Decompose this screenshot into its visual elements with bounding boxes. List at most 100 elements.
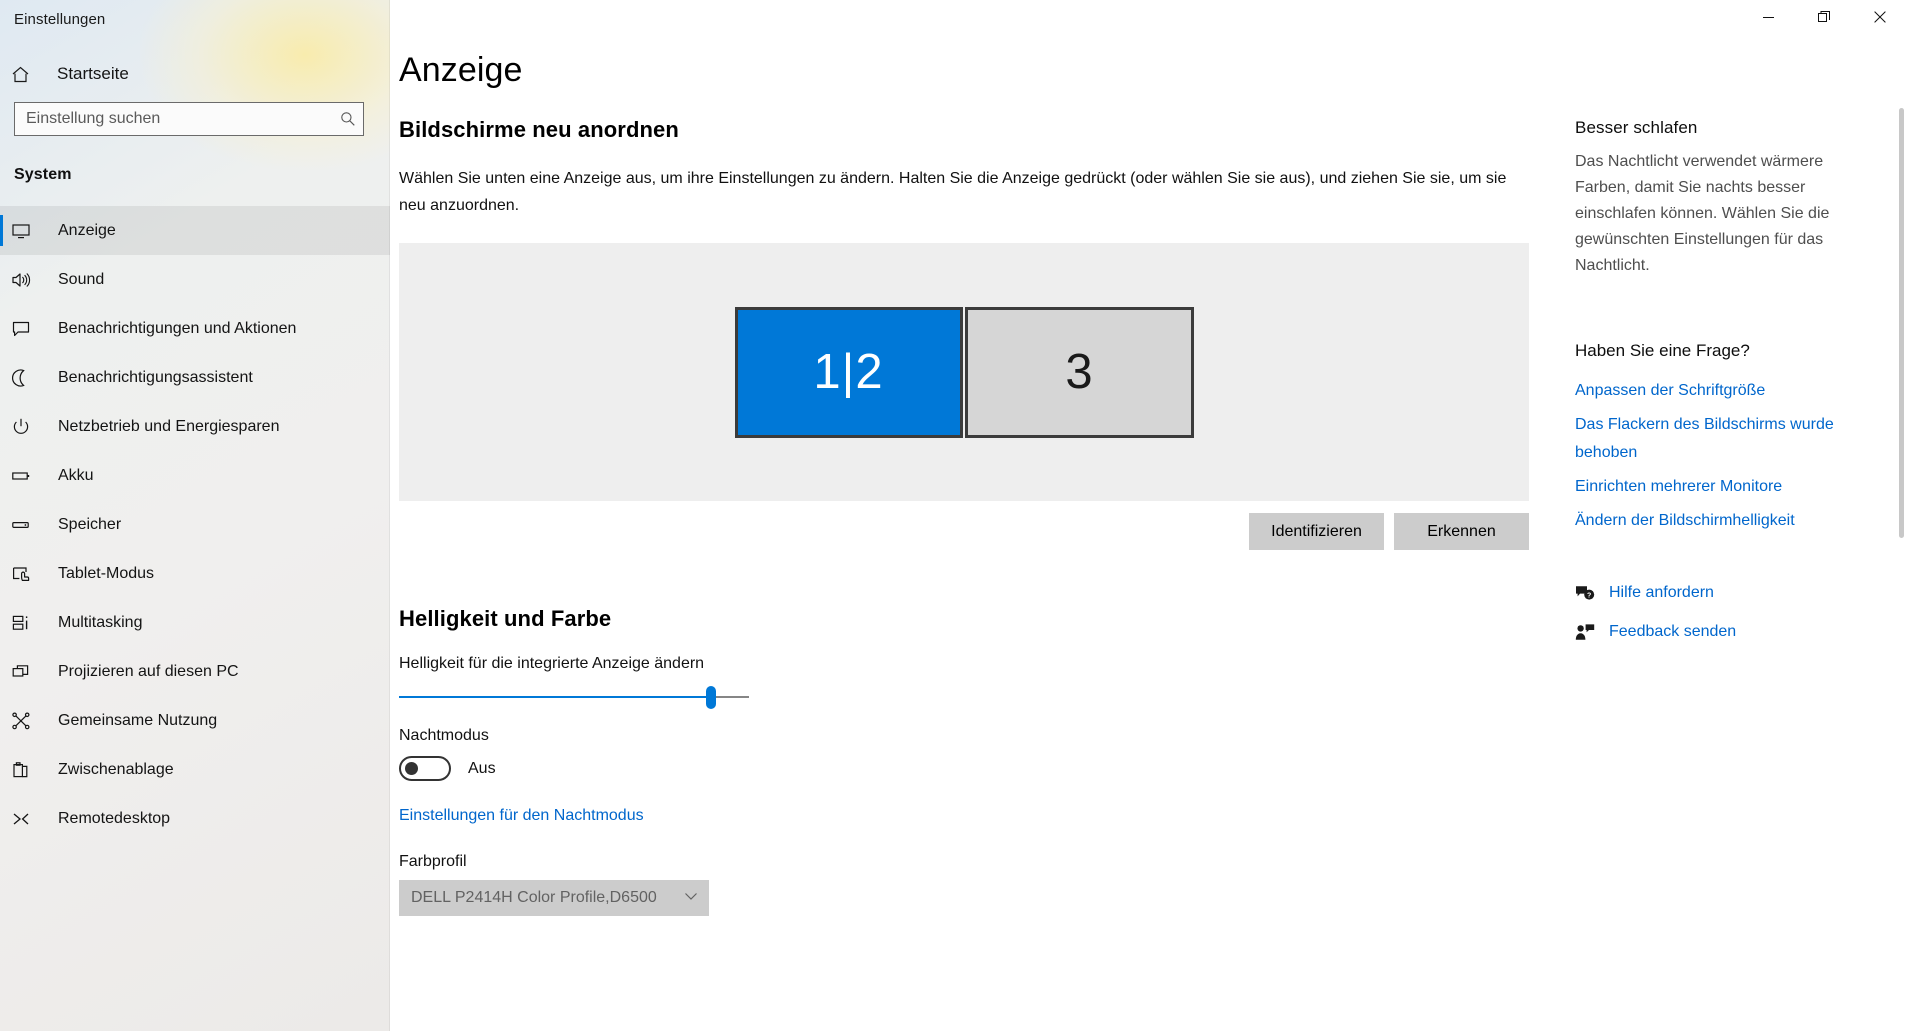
help-links: Anpassen der Schriftgröße Das Flackern d…	[1575, 377, 1875, 535]
search-box[interactable]	[14, 102, 364, 136]
get-help-action[interactable]: ? Hilfe anfordern	[1575, 577, 1875, 609]
sidebar-item-label: Speicher	[58, 515, 122, 533]
sidebar-item-multitasking[interactable]: Multitasking	[0, 598, 390, 647]
sleep-text: Das Nachtlicht verwendet wärmere Farben,…	[1575, 153, 1830, 274]
help-link-font-size[interactable]: Anpassen der Schriftgröße	[1575, 377, 1875, 405]
question-heading: Haben Sie eine Frage?	[1575, 341, 1750, 360]
monitor-label: 3	[1065, 345, 1093, 399]
help-link-multiple-monitors[interactable]: Einrichten mehrerer Monitore	[1575, 473, 1875, 501]
sidebar-item-label: Netzbetrieb und Energiesparen	[58, 417, 280, 435]
monitor-tile-3[interactable]: 3	[964, 306, 1194, 438]
sidebar-item-label: Projizieren auf diesen PC	[58, 662, 239, 680]
sidebar-item-speicher[interactable]: Speicher	[0, 500, 390, 549]
sidebar-item-label: Benachrichtigungen und Aktionen	[58, 319, 297, 337]
sidebar-item-sound[interactable]: Sound	[0, 255, 390, 304]
sidebar-item-label: Zwischenablage	[58, 760, 174, 778]
brightness-slider[interactable]	[399, 681, 749, 713]
home-icon	[11, 65, 41, 84]
monitor-group: 1|2 3	[399, 243, 1529, 501]
search-icon[interactable]	[333, 111, 363, 127]
chat-bubble-icon	[11, 319, 41, 339]
sidebar-item-netzbetrieb[interactable]: Netzbetrieb und Energiesparen	[0, 402, 390, 451]
maximize-restore-button[interactable]	[1796, 0, 1852, 34]
color-profile-dropdown[interactable]: DELL P2414H Color Profile,D6500	[399, 880, 709, 916]
monitor-icon	[11, 221, 41, 241]
minimize-button[interactable]	[1740, 0, 1796, 34]
sidebar-item-label: Anzeige	[58, 221, 116, 239]
multitask-icon	[11, 613, 41, 633]
night-mode-toggle-row: Aus	[399, 756, 1908, 781]
help-link-screen-brightness[interactable]: Ändern der Bildschirmhelligkeit	[1575, 507, 1875, 535]
color-profile-label: Farbprofil	[399, 853, 467, 870]
feedback-person-icon	[1575, 623, 1609, 641]
sleep-heading: Besser schlafen	[1575, 118, 1698, 137]
slider-thumb[interactable]	[705, 686, 716, 709]
search-input[interactable]	[15, 110, 333, 128]
sidebar-item-zwischenablage[interactable]: Zwischenablage	[0, 745, 390, 794]
sidebar-item-home[interactable]: Startseite	[0, 52, 390, 96]
sidebar-item-benachrichtigungen[interactable]: Benachrichtigungen und Aktionen	[0, 304, 390, 353]
send-feedback-action[interactable]: Feedback senden	[1575, 616, 1875, 648]
send-feedback-label: Feedback senden	[1609, 623, 1737, 640]
detect-button[interactable]: Erkennen	[1394, 513, 1529, 550]
rail-actions: ? Hilfe anfordern Feedback senden	[1575, 577, 1875, 648]
share-icon	[11, 711, 41, 731]
sidebar-item-tablet-modus[interactable]: Tablet-Modus	[0, 549, 390, 598]
sidebar: Einstellungen Startseite Einstellung suc…	[0, 0, 390, 1031]
rearrange-description: Wählen Sie unten eine Anzeige aus, um ih…	[399, 170, 1507, 214]
moon-icon	[11, 368, 41, 388]
sidebar-item-label: Multitasking	[58, 613, 143, 631]
page-title: Anzeige	[399, 51, 523, 89]
night-mode-label: Nachtmodus	[399, 727, 489, 744]
window-controls	[1740, 0, 1908, 34]
monitor-tile-1-2[interactable]: 1|2	[734, 306, 963, 438]
identify-button[interactable]: Identifizieren	[1249, 513, 1384, 550]
help-link-screen-flicker[interactable]: Das Flackern des Bildschirms wurde behob…	[1575, 411, 1875, 467]
search-container	[0, 96, 390, 136]
sidebar-item-label: Sound	[58, 270, 105, 288]
close-button[interactable]	[1852, 0, 1908, 34]
main-content: Anzeige Bildschirme neu anordnen Wählen …	[390, 0, 1908, 1031]
monitor-label: 1|2	[813, 345, 884, 399]
night-mode-settings-link[interactable]: Einstellungen für den Nachtmodus	[399, 807, 644, 825]
scrollbar-thumb[interactable]	[1899, 108, 1904, 538]
svg-text:?: ?	[1587, 593, 1591, 600]
power-icon	[11, 417, 41, 437]
battery-icon	[11, 466, 41, 486]
night-mode-state: Aus	[468, 759, 496, 777]
sidebar-item-remotedesktop[interactable]: Remotedesktop	[0, 794, 390, 843]
help-question-icon: ?	[1575, 584, 1609, 602]
sidebar-item-label: Benachrichtigungsassistent	[58, 368, 253, 386]
get-help-label: Hilfe anfordern	[1609, 584, 1714, 601]
monitor-button-row: Identifizieren Erkennen	[399, 513, 1529, 550]
slider-fill	[399, 696, 711, 698]
sidebar-item-label: Akku	[58, 466, 94, 484]
sidebar-item-gemeinsame-nutzung[interactable]: Gemeinsame Nutzung	[0, 696, 390, 745]
color-profile-value: DELL P2414H Color Profile,D6500	[411, 889, 657, 906]
sidebar-item-label: Gemeinsame Nutzung	[58, 711, 218, 729]
drive-icon	[11, 515, 41, 535]
sidebar-item-anzeige[interactable]: Anzeige	[0, 206, 390, 255]
sidebar-item-projizieren[interactable]: Projizieren auf diesen PC	[0, 647, 390, 696]
sidebar-nav: Anzeige Sound Benachrichtigungen und Akt…	[0, 206, 390, 843]
right-rail: Besser schlafen Das Nachtlicht verwendet…	[1575, 118, 1875, 655]
content-scrollbar[interactable]	[1894, 0, 1908, 1031]
sidebar-item-benachrichtigungsassistent[interactable]: Benachrichtigungsassistent	[0, 353, 390, 402]
toggle-knob	[405, 762, 418, 775]
project-screen-icon	[11, 662, 41, 682]
app-title: Einstellungen	[14, 11, 106, 28]
sidebar-item-akku[interactable]: Akku	[0, 451, 390, 500]
speaker-icon	[11, 270, 41, 290]
monitor-arrangement-stage[interactable]: 1|2 3	[399, 243, 1529, 501]
sidebar-section-title: System	[14, 166, 72, 183]
tablet-touch-icon	[11, 564, 41, 584]
sidebar-home-label: Startseite	[57, 64, 129, 83]
sidebar-item-label: Remotedesktop	[58, 809, 171, 827]
night-mode-toggle[interactable]	[399, 756, 451, 781]
brightness-slider-label: Helligkeit für die integrierte Anzeige ä…	[399, 655, 705, 672]
chevron-down-icon	[684, 889, 698, 908]
remote-desktop-icon	[11, 809, 41, 829]
clipboard-icon	[11, 760, 41, 780]
settings-window: Einstellungen Startseite Einstellung suc…	[0, 0, 1908, 1031]
sidebar-item-label: Tablet-Modus	[58, 564, 155, 582]
